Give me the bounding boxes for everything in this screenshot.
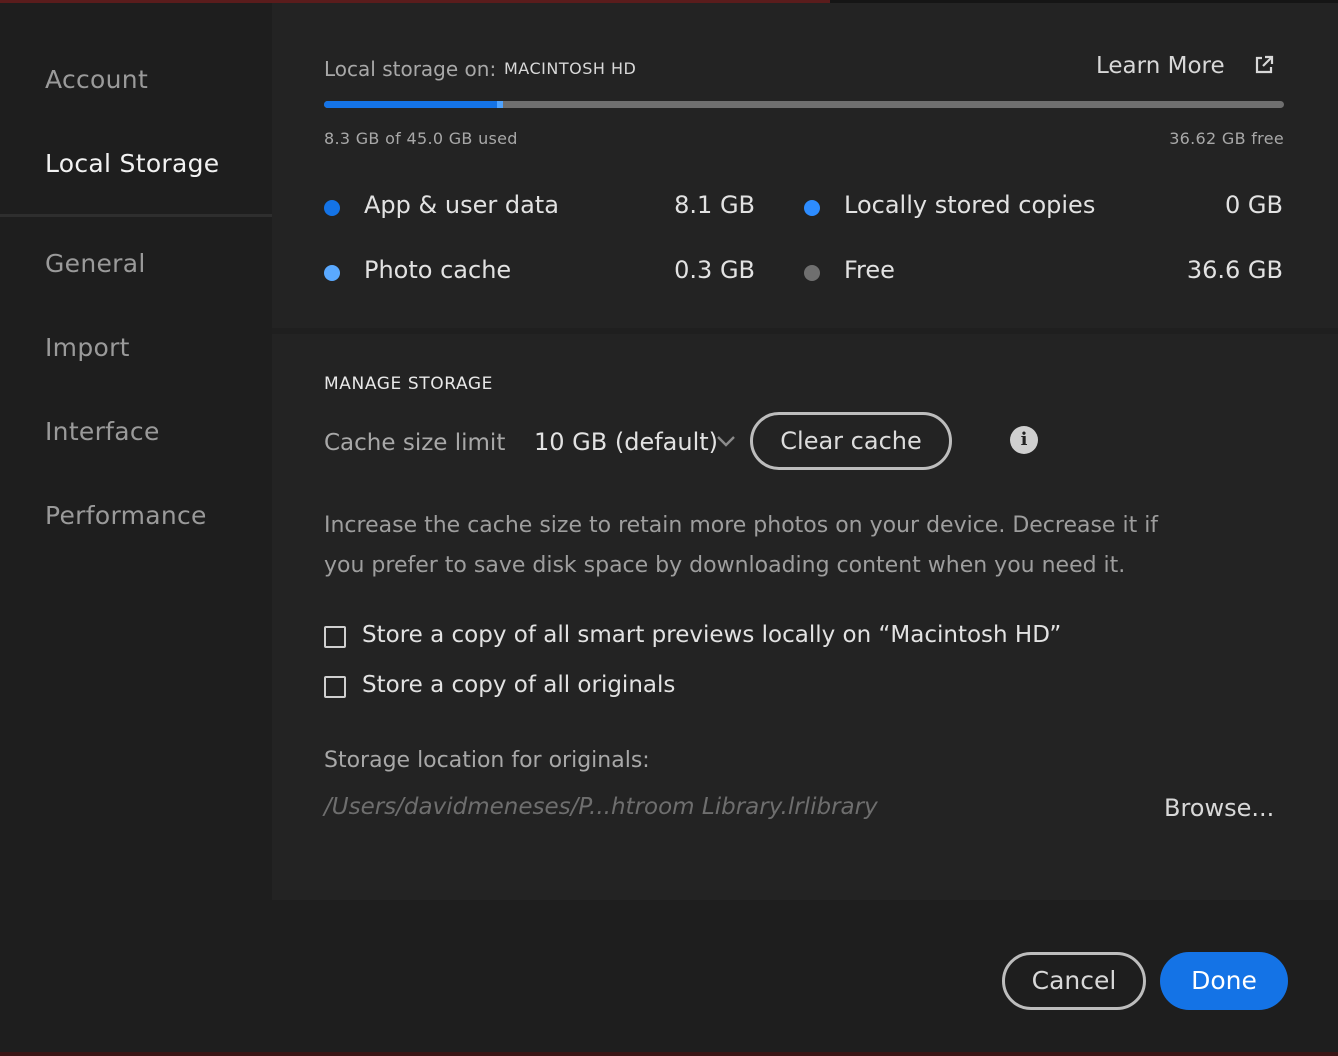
legend-dot-app-data: [324, 200, 340, 216]
sidebar-item-local-storage[interactable]: Local Storage: [45, 149, 219, 178]
originals-checkbox-label[interactable]: Store a copy of all originals: [362, 672, 675, 698]
originals-checkbox[interactable]: [324, 676, 346, 698]
sidebar-item-import[interactable]: Import: [45, 333, 130, 362]
legend-value-local-copies: 0 GB: [1225, 191, 1283, 219]
usage-bar-photo-cache: [497, 101, 503, 108]
sidebar-item-interface[interactable]: Interface: [45, 417, 160, 446]
free-storage-text: 36.62 GB free: [1169, 129, 1284, 148]
manage-storage-panel: MANAGE STORAGE Cache size limit 10 GB (d…: [272, 328, 1338, 900]
cache-description: Increase the cache size to retain more p…: [324, 513, 1159, 578]
sidebar-item-performance[interactable]: Performance: [45, 501, 207, 530]
used-storage-text: 8.3 GB of 45.0 GB used: [324, 129, 518, 148]
info-icon[interactable]: i: [1010, 426, 1038, 454]
storage-location-label: Storage location for originals:: [324, 748, 650, 773]
learn-more-link[interactable]: Learn More: [1096, 53, 1225, 79]
originals-checkbox-row[interactable]: Store a copy of all originals: [324, 672, 684, 702]
storage-location-path: /Users/davidmeneses/P...htroom Library.l…: [324, 794, 878, 820]
window-bottom-strip: [0, 1052, 1338, 1056]
legend-dot-photo-cache: [324, 265, 340, 281]
cache-size-select[interactable]: 10 GB (default): [534, 428, 718, 456]
main-content: Local storage on: MACINTOSH HD Learn Mor…: [272, 3, 1338, 900]
legend-label-photo-cache: Photo cache: [364, 256, 512, 284]
chevron-down-icon[interactable]: [716, 434, 736, 448]
legend-label-app-data: App & user data: [364, 191, 559, 219]
legend-dot-local-copies: [804, 200, 820, 216]
local-storage-label: Local storage on:: [324, 57, 497, 81]
sidebar-divider: [0, 214, 272, 217]
external-link-icon[interactable]: [1254, 55, 1274, 75]
legend-label-free: Free: [844, 256, 895, 284]
dialog-footer: Cancel Done: [0, 900, 1338, 1056]
volume-name: MACINTOSH HD: [504, 59, 637, 78]
legend-value-free: 36.6 GB: [1186, 256, 1283, 284]
sidebar: Account Local Storage General Import Int…: [0, 3, 272, 900]
manage-storage-heading: MANAGE STORAGE: [324, 374, 493, 394]
browse-button[interactable]: Browse...: [1164, 794, 1274, 822]
smart-previews-checkbox-row[interactable]: Store a copy of all smart previews local…: [324, 622, 1061, 652]
sidebar-item-general[interactable]: General: [45, 249, 146, 278]
sidebar-item-account[interactable]: Account: [45, 65, 148, 94]
storage-summary-panel: Local storage on: MACINTOSH HD Learn Mor…: [272, 3, 1338, 328]
smart-previews-checkbox-label[interactable]: Store a copy of all smart previews local…: [362, 622, 1061, 648]
legend-value-photo-cache: 0.3 GB: [674, 256, 755, 284]
cache-size-label: Cache size limit: [324, 430, 506, 456]
legend-dot-free: [804, 265, 820, 281]
cancel-button[interactable]: Cancel: [1002, 952, 1146, 1010]
legend-value-app-data: 8.1 GB: [674, 191, 755, 219]
clear-cache-button[interactable]: Clear cache: [750, 412, 952, 470]
legend-label-local-copies: Locally stored copies: [844, 191, 1096, 219]
storage-usage-bar: [324, 101, 1284, 108]
smart-previews-checkbox[interactable]: [324, 626, 346, 648]
usage-bar-app-data: [324, 101, 497, 108]
done-button[interactable]: Done: [1160, 952, 1288, 1010]
